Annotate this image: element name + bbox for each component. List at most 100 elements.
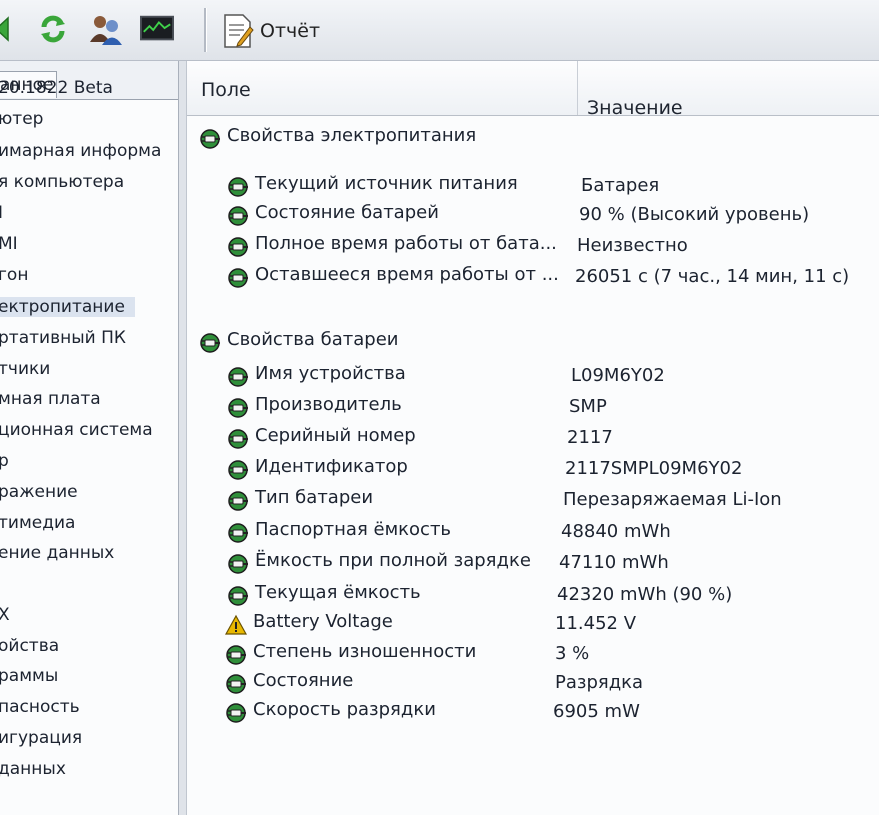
table-row[interactable]: Полное время работы от бата... Неизвестно: [187, 233, 879, 259]
tree-item[interactable]: раммы: [0, 666, 58, 686]
field-label: Имя устройства: [255, 363, 406, 384]
tree-item[interactable]: X: [0, 605, 10, 625]
tree-item[interactable]: MI: [0, 234, 18, 254]
tree-item[interactable]: ойства: [0, 636, 59, 656]
monitor-button[interactable]: [140, 12, 174, 46]
plug-icon: [227, 585, 249, 607]
field-label: Серийный номер: [255, 425, 416, 446]
column-header: Поле Значение: [187, 61, 879, 119]
field-value: 2117SMPL09M6Y02: [565, 458, 743, 479]
tree-item[interactable]: данных: [0, 759, 66, 779]
table-row[interactable]: Состояние батарей 90 % (Высокий уровень): [187, 202, 879, 228]
section-header[interactable]: Свойства электропитания: [187, 125, 879, 151]
field-label: Текущая ёмкость: [255, 582, 421, 603]
section-title: Свойства батареи: [227, 329, 399, 350]
plug-icon: [225, 702, 247, 724]
monitor-icon: [140, 15, 174, 41]
table-row[interactable]: Производитель SMP: [187, 394, 879, 420]
users-icon: [90, 16, 122, 45]
field-label: Степень изношенности: [253, 641, 477, 662]
tree-item[interactable]: I: [0, 203, 3, 223]
tree-item[interactable]: ютер: [0, 109, 43, 129]
tree-item[interactable]: имарная информа: [0, 141, 161, 161]
navigation-tree: 20.1822 Beta ютер имарная информа я компьют…: [0, 78, 178, 815]
table-row[interactable]: Скорость разрядки 6905 mW: [187, 699, 879, 725]
plug-icon: [227, 553, 249, 575]
field-value: 26051 с (7 час., 14 мин, 11 с): [575, 266, 850, 287]
table-row[interactable]: Состояние Разрядка: [187, 670, 879, 696]
table-row[interactable]: Идентификатор 2117SMPL09M6Y02: [187, 456, 879, 482]
refresh-button[interactable]: [36, 12, 70, 46]
table-row[interactable]: Текущий источник питания Батарея: [187, 173, 879, 199]
field-label: Оставшееся время работы от ...: [255, 264, 559, 285]
field-value: 6905 mW: [553, 701, 640, 722]
section-header[interactable]: Свойства батареи: [187, 329, 879, 355]
report-icon: [224, 14, 254, 48]
field-value: Разрядка: [555, 672, 644, 693]
plug-icon: [199, 128, 221, 150]
column-value-header[interactable]: Значение: [587, 97, 683, 119]
field-value: 2117: [567, 427, 613, 448]
field-label: Паспортная ёмкость: [255, 519, 452, 540]
plug-icon: [227, 176, 249, 198]
column-divider[interactable]: [577, 61, 578, 115]
tree-item[interactable]: я компьютера: [0, 172, 124, 192]
field-value: Неизвестно: [577, 235, 688, 256]
field-label: Тип батареи: [255, 487, 374, 508]
warning-icon: [224, 614, 248, 636]
field-label: Ёмкость при полной зарядке: [255, 550, 531, 571]
tree-item[interactable]: мная плата: [0, 389, 101, 409]
tree-item[interactable]: ртативный ПК: [0, 328, 126, 348]
back-button[interactable]: [0, 12, 20, 46]
users-button[interactable]: [88, 12, 122, 46]
table-row[interactable]: Паспортная ёмкость 48840 mWh: [187, 519, 879, 545]
details-panel: Поле Значение Свойства электропитания Тек…: [186, 61, 879, 815]
field-label: Battery Voltage: [253, 611, 393, 632]
field-value: Батарея: [581, 175, 660, 196]
field-label: Полное время работы от бата...: [255, 233, 557, 254]
tree-item[interactable]: тимедиа: [0, 513, 75, 533]
tree-item[interactable]: пасность: [0, 697, 80, 717]
section-title: Свойства электропитания: [227, 125, 477, 146]
plug-icon: [225, 673, 247, 695]
tree-item[interactable]: тчики: [0, 359, 50, 379]
plug-icon: [227, 236, 249, 258]
plug-icon: [227, 205, 249, 227]
table-row[interactable]: Имя устройства L09M6Y02: [187, 363, 879, 389]
plug-icon: [225, 644, 247, 666]
tree-item[interactable]: ционная система: [0, 420, 153, 440]
tree-item[interactable]: ектропитание: [0, 297, 135, 317]
plug-icon: [227, 366, 249, 388]
tree-item[interactable]: р: [0, 451, 9, 471]
table-row[interactable]: Серийный номер 2117: [187, 425, 879, 451]
refresh-icon: [41, 15, 65, 43]
report-label: Отчёт: [260, 20, 321, 42]
tree-item[interactable]: игурация: [0, 728, 82, 748]
tree-item[interactable]: ражение: [0, 482, 78, 502]
column-field-header[interactable]: Поле: [201, 79, 251, 101]
table-row[interactable]: Battery Voltage 11.452 V: [187, 611, 879, 637]
tree-item[interactable]: гон: [0, 265, 28, 285]
field-label: Производитель: [255, 394, 402, 415]
plug-icon: [227, 267, 249, 289]
table-row[interactable]: Степень изношенности 3 %: [187, 641, 879, 667]
table-row[interactable]: Тип батареи Перезаряжаемая Li-Ion: [187, 487, 879, 513]
table-row[interactable]: Ёмкость при полной зарядке 47110 mWh: [187, 550, 879, 576]
field-value: 11.452 V: [555, 613, 637, 634]
arrow-icon: [0, 16, 9, 42]
tree-item[interactable]: 20.1822 Beta: [0, 78, 113, 98]
plug-icon: [227, 428, 249, 450]
report-button[interactable]: Отчёт: [222, 12, 320, 50]
table-row[interactable]: Оставшееся время работы от ... 26051 с (7…: [187, 264, 879, 290]
plug-icon: [227, 522, 249, 544]
plug-icon: [199, 332, 221, 354]
field-value: 42320 mWh (90 %): [557, 584, 733, 605]
field-label: Скорость разрядки: [253, 699, 436, 720]
field-label: Текущий источник питания: [255, 173, 518, 194]
field-value: L09M6Y02: [571, 365, 665, 386]
tree-item[interactable]: ение данных: [0, 543, 114, 563]
field-value: 48840 mWh: [561, 521, 671, 542]
field-value: 90 % (Высокий уровень): [579, 204, 810, 225]
table-row[interactable]: Текущая ёмкость 42320 mWh (90 %): [187, 582, 879, 608]
plug-icon: [227, 459, 249, 481]
